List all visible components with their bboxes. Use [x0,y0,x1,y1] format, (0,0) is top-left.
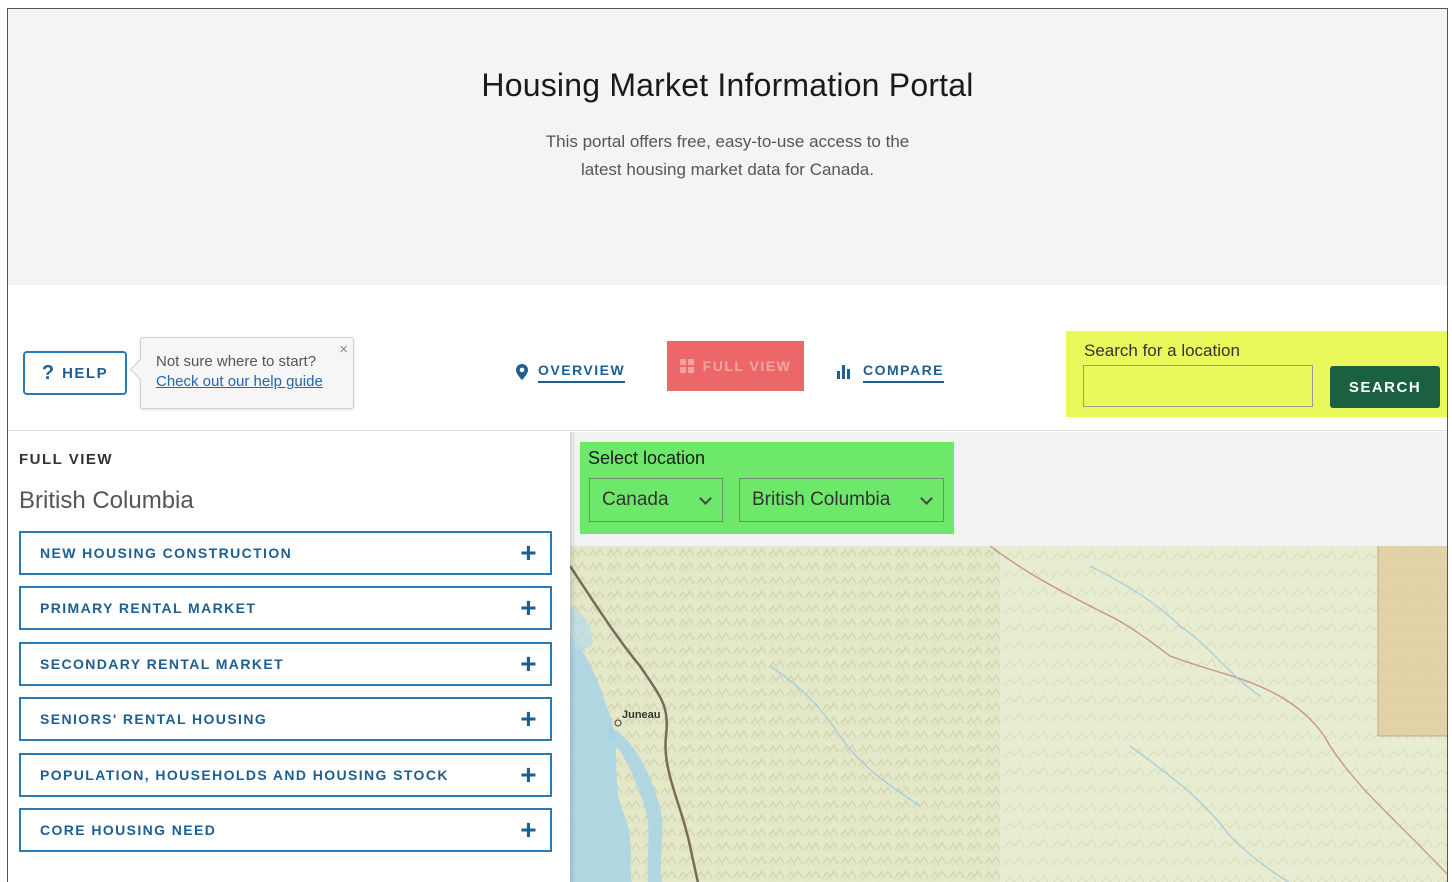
help-tooltip-text: Not sure where to start? [156,353,317,370]
tab-compare[interactable]: COMPARE [837,355,945,389]
map-view[interactable]: Juneau [570,546,1448,882]
accordion-label: SENIORS' RENTAL HOUSING [40,711,268,727]
panel-region-title: British Columbia [19,487,194,514]
subtitle-line-2: latest housing market data for Canada. [581,160,874,179]
toolbar: ? HELP Not sure where to start? Check ou… [8,285,1447,431]
accordion-label: POPULATION, HOUSEHOLDS AND HOUSING STOCK [40,767,449,783]
help-tooltip: Not sure where to start? Check out our h… [140,337,354,409]
accordion-population-households-housing-stock[interactable]: POPULATION, HOUSEHOLDS AND HOUSING STOCK… [19,753,552,797]
country-select-value: Canada [602,489,669,510]
accordion-label: NEW HOUSING CONSTRUCTION [40,545,293,561]
accordion-label: PRIMARY RENTAL MARKET [40,600,257,616]
accordion-seniors-rental-housing[interactable]: SENIORS' RENTAL HOUSING + [19,697,552,741]
grid-icon [679,359,694,373]
accordion-label: CORE HOUSING NEED [40,822,217,838]
province-select[interactable]: British Columbia [739,478,944,522]
hero-banner: Housing Market Information Portal This p… [8,9,1447,285]
location-search: Search for a location SEARCH [1066,331,1447,417]
accordion-new-housing-construction[interactable]: NEW HOUSING CONSTRUCTION + [19,531,552,575]
subtitle-line-1: This portal offers free, easy-to-use acc… [545,132,910,151]
portal-window: Housing Market Information Portal This p… [7,8,1448,882]
help-button-label: HELP [62,364,109,382]
panel-divider [570,432,576,882]
full-view-panel: FULL VIEW British Columbia NEW HOUSING C… [8,432,570,882]
plus-icon: + [520,814,538,845]
plus-icon: + [520,703,538,734]
accordion-primary-rental-market[interactable]: PRIMARY RENTAL MARKET + [19,586,552,630]
panel-caption: FULL VIEW [19,451,114,468]
map-pin-icon [516,364,528,380]
plus-icon: + [520,592,538,623]
plus-icon: + [520,759,538,790]
tab-full-view[interactable]: FULL VIEW [667,341,804,391]
location-selector-label: Select location [588,448,706,468]
location-selector: Select location Canada British Columbia [580,442,954,534]
terrain-map[interactable]: Juneau [570,546,1448,882]
help-button[interactable]: ? HELP [23,351,127,395]
chevron-down-icon [699,491,712,505]
accordion-core-housing-need[interactable]: CORE HOUSING NEED + [19,808,552,852]
map-city-label: Juneau [622,709,661,721]
plus-icon: + [520,537,538,568]
search-input[interactable] [1083,365,1313,407]
close-icon[interactable]: × [339,341,348,358]
question-mark-icon: ? [41,361,55,384]
accordion-secondary-rental-market[interactable]: SECONDARY RENTAL MARKET + [19,642,552,686]
search-label: Search for a location [1084,341,1240,360]
page-subtitle: This portal offers free, easy-to-use acc… [8,128,1447,184]
bar-chart-icon [837,365,853,379]
plus-icon: + [520,648,538,679]
chevron-down-icon [920,491,933,505]
tab-compare-label: COMPARE [863,362,945,383]
tab-overview-label: OVERVIEW [538,362,626,383]
province-select-value: British Columbia [752,489,891,510]
tab-overview[interactable]: OVERVIEW [516,355,626,389]
page-title: Housing Market Information Portal [481,67,974,103]
tab-full-view-label: FULL VIEW [702,358,792,374]
accordion-label: SECONDARY RENTAL MARKET [40,656,285,672]
search-button[interactable]: SEARCH [1330,366,1440,408]
help-guide-link[interactable]: Check out our help guide [156,373,353,390]
country-select[interactable]: Canada [589,478,723,522]
